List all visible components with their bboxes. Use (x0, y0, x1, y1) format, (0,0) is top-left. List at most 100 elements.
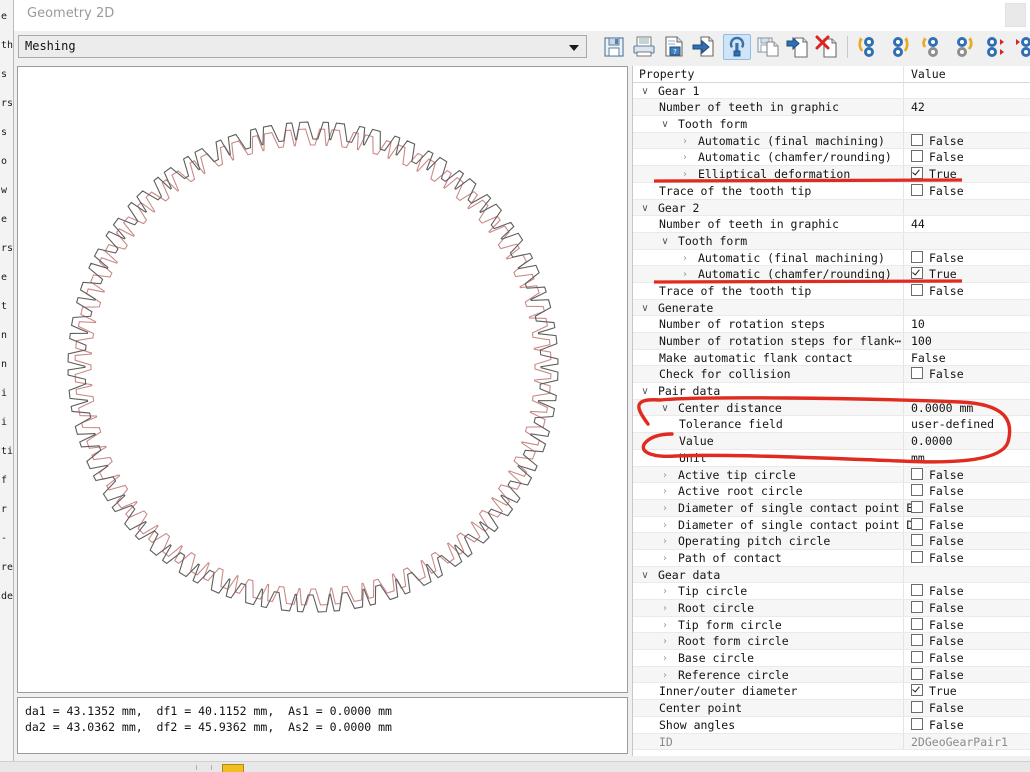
property-row[interactable]: › Operating pitch circle False (633, 533, 1030, 550)
checkbox-unchecked-icon[interactable] (911, 534, 923, 547)
chevron-down-icon[interactable]: ∨ (639, 301, 651, 316)
property-value-cell[interactable] (905, 300, 1030, 316)
chevron-right-icon[interactable]: › (679, 251, 691, 266)
property-row[interactable]: › Diameter of single contact point B Fals… (633, 499, 1030, 517)
checkbox-unchecked-icon[interactable] (911, 283, 923, 296)
checkbox-unchecked-icon[interactable] (911, 150, 923, 163)
property-row[interactable]: ∨ Gear data (633, 566, 1030, 584)
property-value-cell[interactable]: False (905, 617, 1030, 633)
property-value-cell[interactable]: mm (905, 450, 1030, 466)
import-button[interactable] (784, 34, 812, 60)
property-value-cell[interactable]: False (905, 717, 1030, 733)
property-row[interactable]: Make automatic flank contact False (633, 349, 1030, 367)
property-value-cell[interactable]: user-defined (905, 416, 1030, 432)
property-value-cell[interactable]: False (905, 500, 1030, 516)
property-row[interactable]: ∨ Tooth form (633, 232, 1030, 250)
checkbox-unchecked-icon[interactable] (911, 667, 923, 680)
property-row[interactable]: › Elliptical deformation True (633, 166, 1030, 183)
column-divider[interactable] (903, 66, 904, 82)
checkbox-unchecked-icon[interactable] (911, 701, 923, 714)
property-value-cell[interactable]: False (905, 366, 1030, 382)
chevron-down-icon[interactable]: ∨ (639, 84, 651, 99)
save-as-button[interactable] (754, 34, 782, 60)
chevron-down-icon[interactable]: ∨ (659, 117, 671, 132)
chevron-right-icon[interactable]: › (679, 267, 691, 282)
chevron-right-icon[interactable]: › (659, 618, 671, 633)
checkbox-unchecked-icon[interactable] (911, 367, 923, 380)
checkbox-unchecked-icon[interactable] (911, 584, 923, 597)
rotate-gear2-button[interactable] (950, 34, 978, 60)
property-row[interactable]: › Root circle False (633, 600, 1030, 617)
chevron-down-icon[interactable]: ∨ (639, 384, 651, 399)
property-value-cell[interactable]: False (905, 700, 1030, 716)
property-value-cell[interactable]: False (905, 483, 1030, 499)
print-preview-button[interactable]: ? (660, 34, 688, 60)
property-value-cell[interactable] (905, 383, 1030, 399)
property-row[interactable]: ∨ Tooth form (633, 116, 1030, 133)
checkbox-unchecked-icon[interactable] (911, 601, 923, 613)
property-value-cell[interactable]: False (905, 250, 1030, 266)
chevron-right-icon[interactable]: › (659, 668, 671, 683)
taskbar-app-icon[interactable] (222, 764, 244, 772)
property-value-cell[interactable]: True (905, 166, 1030, 182)
property-row[interactable]: Unit mm (633, 449, 1030, 467)
property-value-cell[interactable]: 42 (905, 99, 1030, 115)
checkbox-checked-icon[interactable] (911, 684, 923, 697)
checkbox-unchecked-icon[interactable] (911, 250, 923, 263)
chevron-right-icon[interactable]: › (659, 484, 671, 499)
property-row[interactable]: ∨ Pair data (633, 383, 1030, 400)
property-value-cell[interactable]: False (905, 667, 1030, 683)
property-row[interactable]: Trace of the tooth tip False (633, 182, 1030, 200)
checkbox-unchecked-icon[interactable] (911, 484, 923, 497)
property-value-cell[interactable]: False (905, 350, 1030, 366)
property-row[interactable]: Number of teeth in graphic 42 (633, 99, 1030, 117)
chevron-right-icon[interactable]: › (659, 601, 671, 616)
chevron-right-icon[interactable]: › (679, 134, 691, 149)
geometry-viewport[interactable] (17, 66, 628, 693)
property-value-cell[interactable]: False (905, 149, 1030, 165)
chevron-down-icon[interactable]: ∨ (659, 234, 671, 249)
chevron-down-icon[interactable]: ∨ (639, 568, 651, 583)
property-value-cell[interactable]: False (905, 133, 1030, 149)
property-row[interactable]: › Tip circle False (633, 583, 1030, 600)
chevron-right-icon[interactable]: › (659, 551, 671, 566)
chevron-right-icon[interactable]: › (659, 651, 671, 666)
chevron-right-icon[interactable]: › (659, 501, 671, 516)
property-row[interactable]: Tolerance field user-defined (633, 416, 1030, 434)
property-row[interactable]: › Root form circle False (633, 633, 1030, 651)
chevron-down-icon[interactable]: ∨ (639, 201, 651, 216)
property-row[interactable]: ∨ Gear 2 (633, 199, 1030, 217)
property-row[interactable]: Center point False (633, 700, 1030, 717)
property-row[interactable]: › Automatic (chamfer/rounding) False (633, 149, 1030, 167)
property-row[interactable]: › Active tip circle False (633, 466, 1030, 484)
property-row[interactable]: › Reference circle False (633, 666, 1030, 684)
property-row[interactable]: › Automatic (final machining) False (633, 132, 1030, 150)
checkbox-unchecked-icon[interactable] (911, 133, 923, 146)
chevron-right-icon[interactable]: › (659, 468, 671, 483)
property-row[interactable]: › Tip form circle False (633, 616, 1030, 634)
mode-select[interactable]: Meshing (18, 35, 587, 58)
chevron-down-icon[interactable]: ∨ (659, 401, 671, 416)
checkbox-unchecked-icon[interactable] (911, 183, 923, 196)
property-value-cell[interactable]: False (905, 633, 1030, 649)
checkbox-unchecked-icon[interactable] (911, 500, 923, 513)
property-row[interactable]: Number of teeth in graphic 44 (633, 216, 1030, 233)
settings-button[interactable] (723, 34, 751, 60)
property-row[interactable]: › Active root circle False (633, 483, 1030, 500)
property-row[interactable]: Number of rotation steps for flank⋯ 100 (633, 333, 1030, 350)
property-value-cell[interactable]: False (905, 550, 1030, 566)
property-row[interactable]: ∨ Gear 1 (633, 82, 1030, 100)
property-value-cell[interactable]: 10 (905, 316, 1030, 332)
property-row[interactable]: ∨ Generate (633, 299, 1030, 317)
checkbox-unchecked-icon[interactable] (911, 717, 923, 730)
property-row[interactable]: Number of rotation steps 10 (633, 316, 1030, 333)
property-row[interactable]: › Automatic (chamfer/rounding) True (633, 266, 1030, 283)
property-row[interactable]: › Path of contact False (633, 549, 1030, 567)
property-value-cell[interactable] (905, 233, 1030, 249)
property-value-cell[interactable]: False (905, 467, 1030, 483)
property-value-cell[interactable]: False (905, 583, 1030, 599)
rotate-gears-left-button[interactable] (854, 34, 882, 60)
property-value-cell[interactable]: 0.0000 (905, 433, 1030, 449)
property-value-cell[interactable]: False (905, 183, 1030, 199)
chevron-right-icon[interactable]: › (659, 518, 671, 533)
